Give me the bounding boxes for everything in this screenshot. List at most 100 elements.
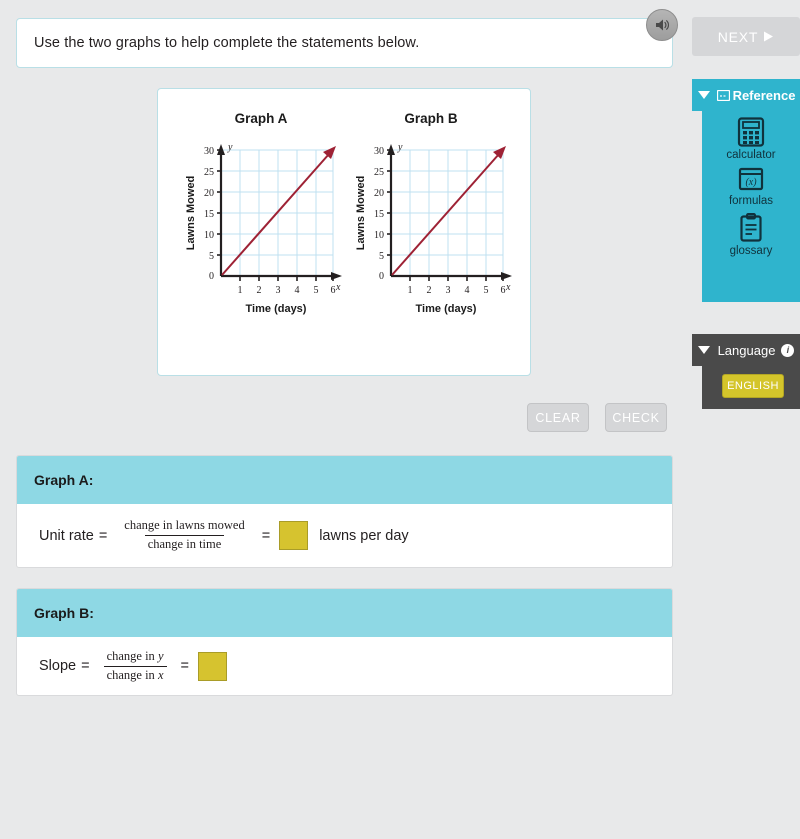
svg-text:15: 15 xyxy=(204,209,214,220)
svg-text:1: 1 xyxy=(238,285,243,296)
reference-panel-title: Reference xyxy=(732,87,796,103)
answer-card-graph-b: Graph B: Slope = change in y change in x… xyxy=(16,588,673,696)
svg-text:4: 4 xyxy=(465,285,470,296)
svg-text:x: x xyxy=(335,282,341,293)
audio-play-button[interactable] xyxy=(646,9,678,41)
svg-text:6: 6 xyxy=(501,285,506,296)
graph-a-title: Graph A xyxy=(234,111,288,126)
svg-text:Time (days): Time (days) xyxy=(416,303,477,315)
right-sidebar: NEXT Reference calculator (x) formulas g… xyxy=(692,0,800,839)
answer-header-graph-a: Graph A: xyxy=(17,456,672,504)
language-panel: Language i ENGLISH xyxy=(692,334,800,409)
svg-text:6: 6 xyxy=(331,285,336,296)
formulas-icon: (x) xyxy=(738,167,764,191)
svg-text:Time (days): Time (days) xyxy=(246,303,307,315)
reference-panel: Reference calculator (x) formulas glossa… xyxy=(692,79,800,302)
denominator-variable: x xyxy=(157,667,164,682)
numerator-variable: y xyxy=(157,648,164,663)
equals-sign-1: = xyxy=(98,527,108,544)
svg-text:10: 10 xyxy=(374,230,384,241)
graphs-card: Graph A 0 5 10 15 20 25 30 1 2 3 4 5 6 y… xyxy=(157,88,531,376)
glossary-icon xyxy=(740,213,762,242)
equals-sign-2: = xyxy=(261,527,271,544)
svg-text:4: 4 xyxy=(295,285,300,296)
denominator-prefix: change in xyxy=(106,667,158,682)
next-button[interactable]: NEXT xyxy=(692,17,800,56)
graph-b-container: Graph B 0 5 10 15 20 25 30 1 2 3 4 5 6 y… xyxy=(346,111,516,323)
question-prompt-text: Use the two graphs to help complete the … xyxy=(34,35,420,51)
reference-collapse-toggle[interactable] xyxy=(692,79,715,111)
answer-input-graph-b[interactable] xyxy=(197,651,227,681)
reference-item-formulas[interactable]: (x) formulas xyxy=(702,167,800,207)
svg-text:10: 10 xyxy=(204,230,214,241)
language-panel-title: Language xyxy=(717,342,776,358)
fraction-denominator: change in time xyxy=(144,535,225,553)
action-button-row: CLEAR CHECK xyxy=(527,403,667,432)
unit-rate-fraction: change in lawns mowed change in time xyxy=(121,518,247,552)
unit-rate-units: lawns per day xyxy=(319,527,409,544)
svg-text:25: 25 xyxy=(204,167,214,178)
reference-panel-header: Reference xyxy=(702,79,800,111)
svg-text:5: 5 xyxy=(379,251,384,262)
unit-rate-label: Unit rate xyxy=(39,527,94,544)
svg-text:3: 3 xyxy=(276,285,281,296)
svg-text:15: 15 xyxy=(374,209,384,220)
reference-book-icon xyxy=(716,89,730,101)
svg-text:y: y xyxy=(397,142,403,153)
fraction-numerator: change in y xyxy=(104,649,167,666)
answer-body-graph-a: Unit rate = change in lawns mowed change… xyxy=(17,504,672,567)
calculator-icon xyxy=(737,117,765,147)
svg-text:y: y xyxy=(227,142,233,153)
slope-fraction: change in y change in x xyxy=(103,649,167,684)
language-collapse-toggle[interactable] xyxy=(692,334,715,366)
play-triangle-icon xyxy=(764,31,774,42)
answer-card-graph-a: Graph A: Unit rate = change in lawns mow… xyxy=(16,455,673,568)
equals-sign-3: = xyxy=(81,658,90,674)
svg-text:30: 30 xyxy=(204,146,214,157)
svg-text:x: x xyxy=(505,282,511,293)
reference-item-calculator[interactable]: calculator xyxy=(702,117,800,161)
clear-button[interactable]: CLEAR xyxy=(527,403,589,432)
svg-text:5: 5 xyxy=(209,251,214,262)
check-button[interactable]: CHECK xyxy=(605,403,667,432)
language-english-button[interactable]: ENGLISH xyxy=(722,374,784,398)
svg-text:2: 2 xyxy=(427,285,432,296)
svg-text:(x): (x) xyxy=(745,177,757,188)
svg-text:25: 25 xyxy=(374,167,384,178)
svg-text:5: 5 xyxy=(484,285,489,296)
svg-text:0: 0 xyxy=(209,271,214,282)
numerator-prefix: change in xyxy=(106,648,158,663)
svg-text:5: 5 xyxy=(314,285,319,296)
calculator-label: calculator xyxy=(726,149,776,161)
fraction-numerator: change in lawns mowed xyxy=(124,518,245,533)
equals-sign-4: = xyxy=(180,658,189,674)
svg-text:Lawns Mowed: Lawns Mowed xyxy=(185,176,197,251)
graph-a-plot: 0 5 10 15 20 25 30 1 2 3 4 5 6 y x Time … xyxy=(185,142,342,315)
slope-label: Slope xyxy=(39,658,77,674)
next-button-label: NEXT xyxy=(717,28,759,45)
answer-header-graph-b: Graph B: xyxy=(17,589,672,637)
speaker-icon xyxy=(656,19,670,31)
svg-text:3: 3 xyxy=(446,285,451,296)
graph-a-container: Graph A 0 5 10 15 20 25 30 1 2 3 4 5 6 y… xyxy=(176,111,346,323)
chevron-down-icon xyxy=(697,91,710,99)
answer-body-graph-b: Slope = change in y change in x = xyxy=(17,637,672,695)
graph-b-plot: 0 5 10 15 20 25 30 1 2 3 4 5 6 y x Time … xyxy=(355,142,512,315)
svg-text:2: 2 xyxy=(257,285,262,296)
language-panel-header: Language i xyxy=(702,334,800,366)
answer-input-graph-a[interactable] xyxy=(279,521,309,550)
chevron-down-icon xyxy=(697,346,710,354)
info-icon[interactable]: i xyxy=(781,343,795,357)
svg-text:0: 0 xyxy=(379,271,384,282)
glossary-label: glossary xyxy=(729,245,773,257)
fraction-denominator: change in x xyxy=(103,665,167,684)
svg-text:20: 20 xyxy=(374,188,384,199)
formulas-label: formulas xyxy=(728,195,774,207)
svg-text:30: 30 xyxy=(374,146,384,157)
question-prompt-card: Use the two graphs to help complete the … xyxy=(16,18,673,68)
svg-text:20: 20 xyxy=(204,188,214,199)
svg-text:1: 1 xyxy=(408,285,413,296)
reference-item-glossary[interactable]: glossary xyxy=(702,213,800,257)
svg-text:Lawns Mowed: Lawns Mowed xyxy=(355,176,367,251)
graph-b-title: Graph B xyxy=(404,111,458,126)
